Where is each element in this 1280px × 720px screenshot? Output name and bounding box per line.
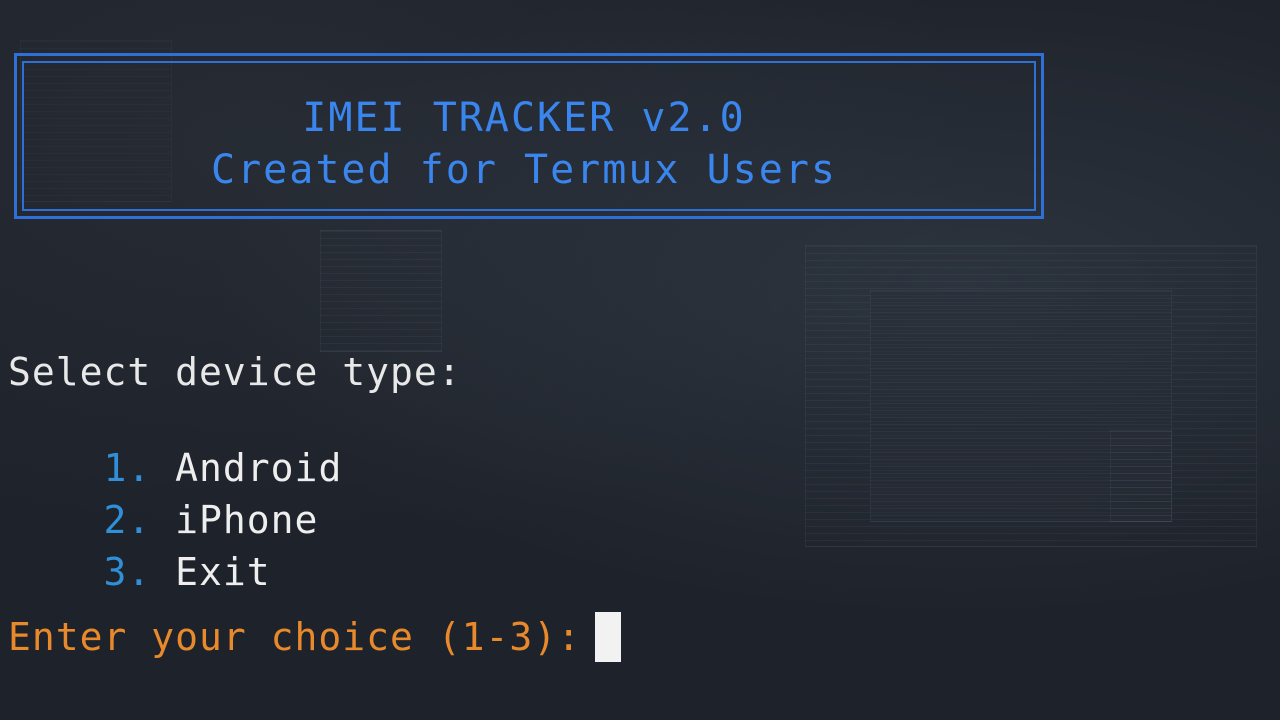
header-banner: IMEI TRACKER v2.0 Created for Termux Use… bbox=[14, 53, 1044, 219]
menu-prompt: Select device type: bbox=[8, 350, 462, 394]
terminal-window: IMEI TRACKER v2.0 Created for Termux Use… bbox=[0, 0, 1280, 720]
choice-input-line[interactable]: Enter your choice (1-3): bbox=[8, 612, 622, 662]
header-banner-inner-border: IMEI TRACKER v2.0 Created for Termux Use… bbox=[22, 61, 1036, 211]
background-screen-image bbox=[1110, 430, 1172, 522]
banner-subtitle: Created for Termux Users bbox=[211, 147, 837, 193]
menu-option-label: Exit bbox=[175, 550, 271, 594]
background-screen-image bbox=[320, 230, 442, 352]
text-cursor bbox=[595, 612, 622, 662]
menu-option-number: 3. bbox=[103, 550, 152, 594]
banner-title: IMEI TRACKER v2.0 bbox=[302, 95, 746, 141]
choice-prompt: Enter your choice (1-3): bbox=[8, 615, 582, 659]
